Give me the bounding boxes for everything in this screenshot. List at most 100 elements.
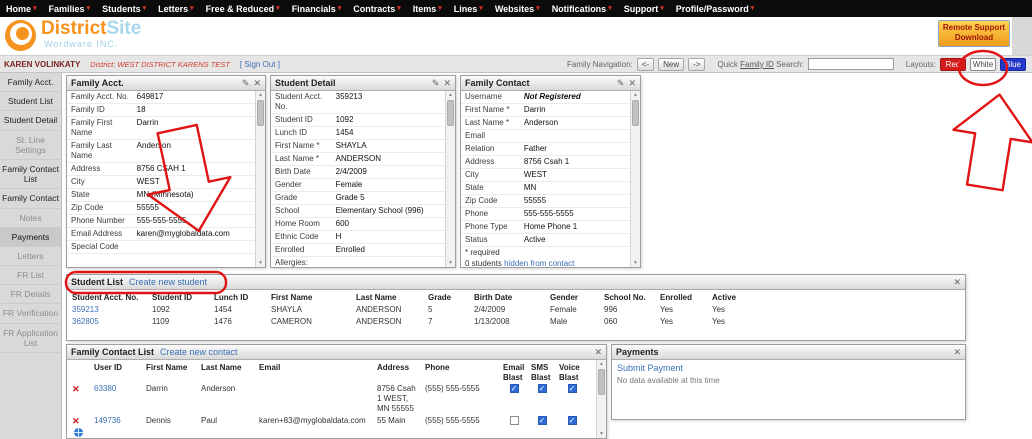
layout-red-button[interactable]: Red (940, 57, 966, 71)
scrollbar[interactable]: ▲ ▼ (255, 91, 265, 267)
close-icon[interactable]: ✕ (253, 78, 261, 88)
scroll-down-icon[interactable]: ▼ (631, 259, 640, 267)
edit-icon[interactable]: ✎ (432, 78, 440, 88)
layout-blue-button[interactable]: Blue (1000, 57, 1026, 71)
nav-item-websites[interactable]: Websites ▾ (489, 0, 546, 17)
nav-item-profile-password[interactable]: Profile/Password ▾ (670, 0, 761, 17)
sms-blast-checkbox[interactable]: ✓ (537, 384, 547, 394)
brand-tagline: Wordware INC. (44, 39, 119, 49)
scrollbar[interactable]: ▲ ▼ (630, 91, 640, 267)
remote-support-button[interactable]: Remote Support Download (938, 20, 1010, 47)
scroll-thumb[interactable] (257, 100, 264, 126)
contact-user-id-link[interactable]: 63380 (94, 384, 116, 393)
field-label: Family Acct. No. (71, 92, 129, 101)
field-row: Zip Code 55555 (67, 202, 255, 215)
hidden-students-note: 0 students hidden from contact (461, 258, 630, 267)
field-value: H (335, 232, 342, 241)
nav-item-financials[interactable]: Financials ▾ (286, 0, 348, 17)
voice-blast-checkbox[interactable]: ✓ (567, 416, 577, 426)
column-header-gender: Gender (550, 293, 579, 302)
nav-item-label: Lines (453, 3, 478, 14)
nav-item-letters[interactable]: Letters ▾ (152, 0, 200, 17)
quick-search-suffix: Search: (776, 59, 804, 69)
quick-search-prefix: Quick (717, 59, 738, 69)
contact-email-cell (256, 383, 374, 415)
sidebar-item-fr-details[interactable]: FR Details (0, 285, 61, 305)
nav-item-label: Notifications (551, 3, 607, 14)
close-icon[interactable]: ✕ (953, 347, 961, 357)
edit-icon[interactable]: ✎ (242, 78, 250, 88)
family-next-button[interactable]: -> (688, 57, 706, 71)
quick-search-label: Quick Family ID Search: (717, 60, 803, 69)
field-value: 8756 CSAH 1 (136, 164, 186, 173)
scroll-up-icon[interactable]: ▲ (597, 360, 606, 368)
family-prev-button[interactable]: <- (636, 57, 655, 71)
close-icon[interactable]: ✕ (443, 78, 451, 88)
delete-contact-icon[interactable]: ✕ (72, 384, 80, 394)
table-cell: 359213 (69, 304, 149, 316)
sidebar-item-letters[interactable]: Letters (0, 247, 61, 267)
sidebar-item-payments[interactable]: Payments (0, 227, 61, 247)
email-blast-checkbox[interactable] (509, 416, 519, 426)
column-header-last-name: Last Name (201, 363, 242, 372)
family-new-button[interactable]: New (658, 57, 685, 71)
sign-out-link[interactable]: [ Sign Out ] (240, 60, 280, 69)
scroll-thumb[interactable] (598, 369, 605, 395)
delete-contact-icon[interactable]: ✕ (72, 416, 80, 426)
scroll-up-icon[interactable]: ▲ (446, 91, 455, 99)
sidebar-item-st-line-settings[interactable]: St. Line Settings (0, 131, 61, 160)
field-label: Address (71, 164, 101, 173)
field-row: Family Last Name Anderson (67, 140, 255, 163)
nav-item-students[interactable]: Students ▾ (96, 0, 152, 17)
submit-payment-link[interactable]: Submit Payment (617, 363, 960, 373)
sms-blast-checkbox[interactable]: ✓ (537, 416, 547, 426)
nav-item-home[interactable]: Home ▾ (0, 0, 43, 17)
scroll-up-icon[interactable]: ▲ (631, 91, 640, 99)
edit-icon[interactable]: ✎ (617, 78, 625, 88)
hidden-from-contact-link[interactable]: hidden from contact (504, 259, 574, 267)
create-new-student-link[interactable]: Create new student (129, 277, 207, 287)
scroll-down-icon[interactable]: ▼ (446, 259, 455, 267)
scrollbar[interactable]: ▲ ▼ (445, 91, 455, 267)
scroll-thumb[interactable] (447, 100, 454, 126)
sidebar-item-fr-list[interactable]: FR List (0, 266, 61, 286)
close-icon[interactable]: ✕ (594, 347, 602, 357)
quick-family-id-search-input[interactable] (807, 58, 894, 70)
field-value: 18 (136, 105, 146, 114)
field-value: Grade 5 (335, 193, 365, 202)
sidebar-item-fr-application-list[interactable]: FR Application List (0, 324, 61, 353)
sidebar-item-notes[interactable]: Notes (0, 209, 61, 228)
close-icon[interactable]: ✕ (953, 277, 961, 287)
quick-search-family-id-link[interactable]: Family ID (740, 60, 774, 69)
scroll-down-icon[interactable]: ▼ (597, 430, 606, 438)
nav-item-label: Free & Reduced (205, 3, 275, 14)
nav-item-contracts[interactable]: Contracts ▾ (347, 0, 407, 17)
voice-blast-checkbox[interactable]: ✓ (567, 384, 577, 394)
nav-item-notifications[interactable]: Notifications ▾ (546, 0, 618, 17)
field-row: Status Active (461, 234, 630, 247)
student-acct-link[interactable]: 362805 (72, 317, 99, 326)
nav-item-free-reduced[interactable]: Free & Reduced ▾ (200, 0, 286, 17)
sidebar-item-family-contact-list[interactable]: Family Contact List (0, 160, 61, 190)
nav-item-support[interactable]: Support ▾ (618, 0, 670, 17)
family-acct-panel-header: Family Acct. ✎ ✕ (67, 76, 265, 91)
close-icon[interactable]: ✕ (628, 78, 636, 88)
layout-white-button[interactable]: White (970, 57, 996, 71)
nav-item-items[interactable]: Items ▾ (407, 0, 448, 17)
nav-item-families[interactable]: Families ▾ (43, 0, 97, 17)
sidebar-item-family-contact[interactable]: Family Contact (0, 189, 61, 209)
scroll-up-icon[interactable]: ▲ (256, 91, 265, 99)
globe-icon[interactable] (74, 427, 83, 437)
contact-user-id-link[interactable]: 149736 (94, 416, 121, 425)
email-blast-checkbox[interactable]: ✓ (509, 384, 519, 394)
sidebar-item-student-list[interactable]: Student List (0, 92, 61, 112)
sidebar-item-family-acct[interactable]: Family Acct. (0, 73, 61, 93)
scrollbar[interactable]: ▲ ▼ (596, 360, 606, 438)
scroll-down-icon[interactable]: ▼ (256, 259, 265, 267)
sidebar-item-student-detail[interactable]: Student Detail (0, 111, 61, 131)
sidebar-item-fr-verification[interactable]: FR Verification (0, 304, 61, 324)
nav-item-lines[interactable]: Lines ▾ (448, 0, 489, 17)
student-acct-link[interactable]: 359213 (72, 305, 99, 314)
scroll-thumb[interactable] (632, 100, 639, 126)
create-new-contact-link[interactable]: Create new contact (160, 347, 238, 357)
